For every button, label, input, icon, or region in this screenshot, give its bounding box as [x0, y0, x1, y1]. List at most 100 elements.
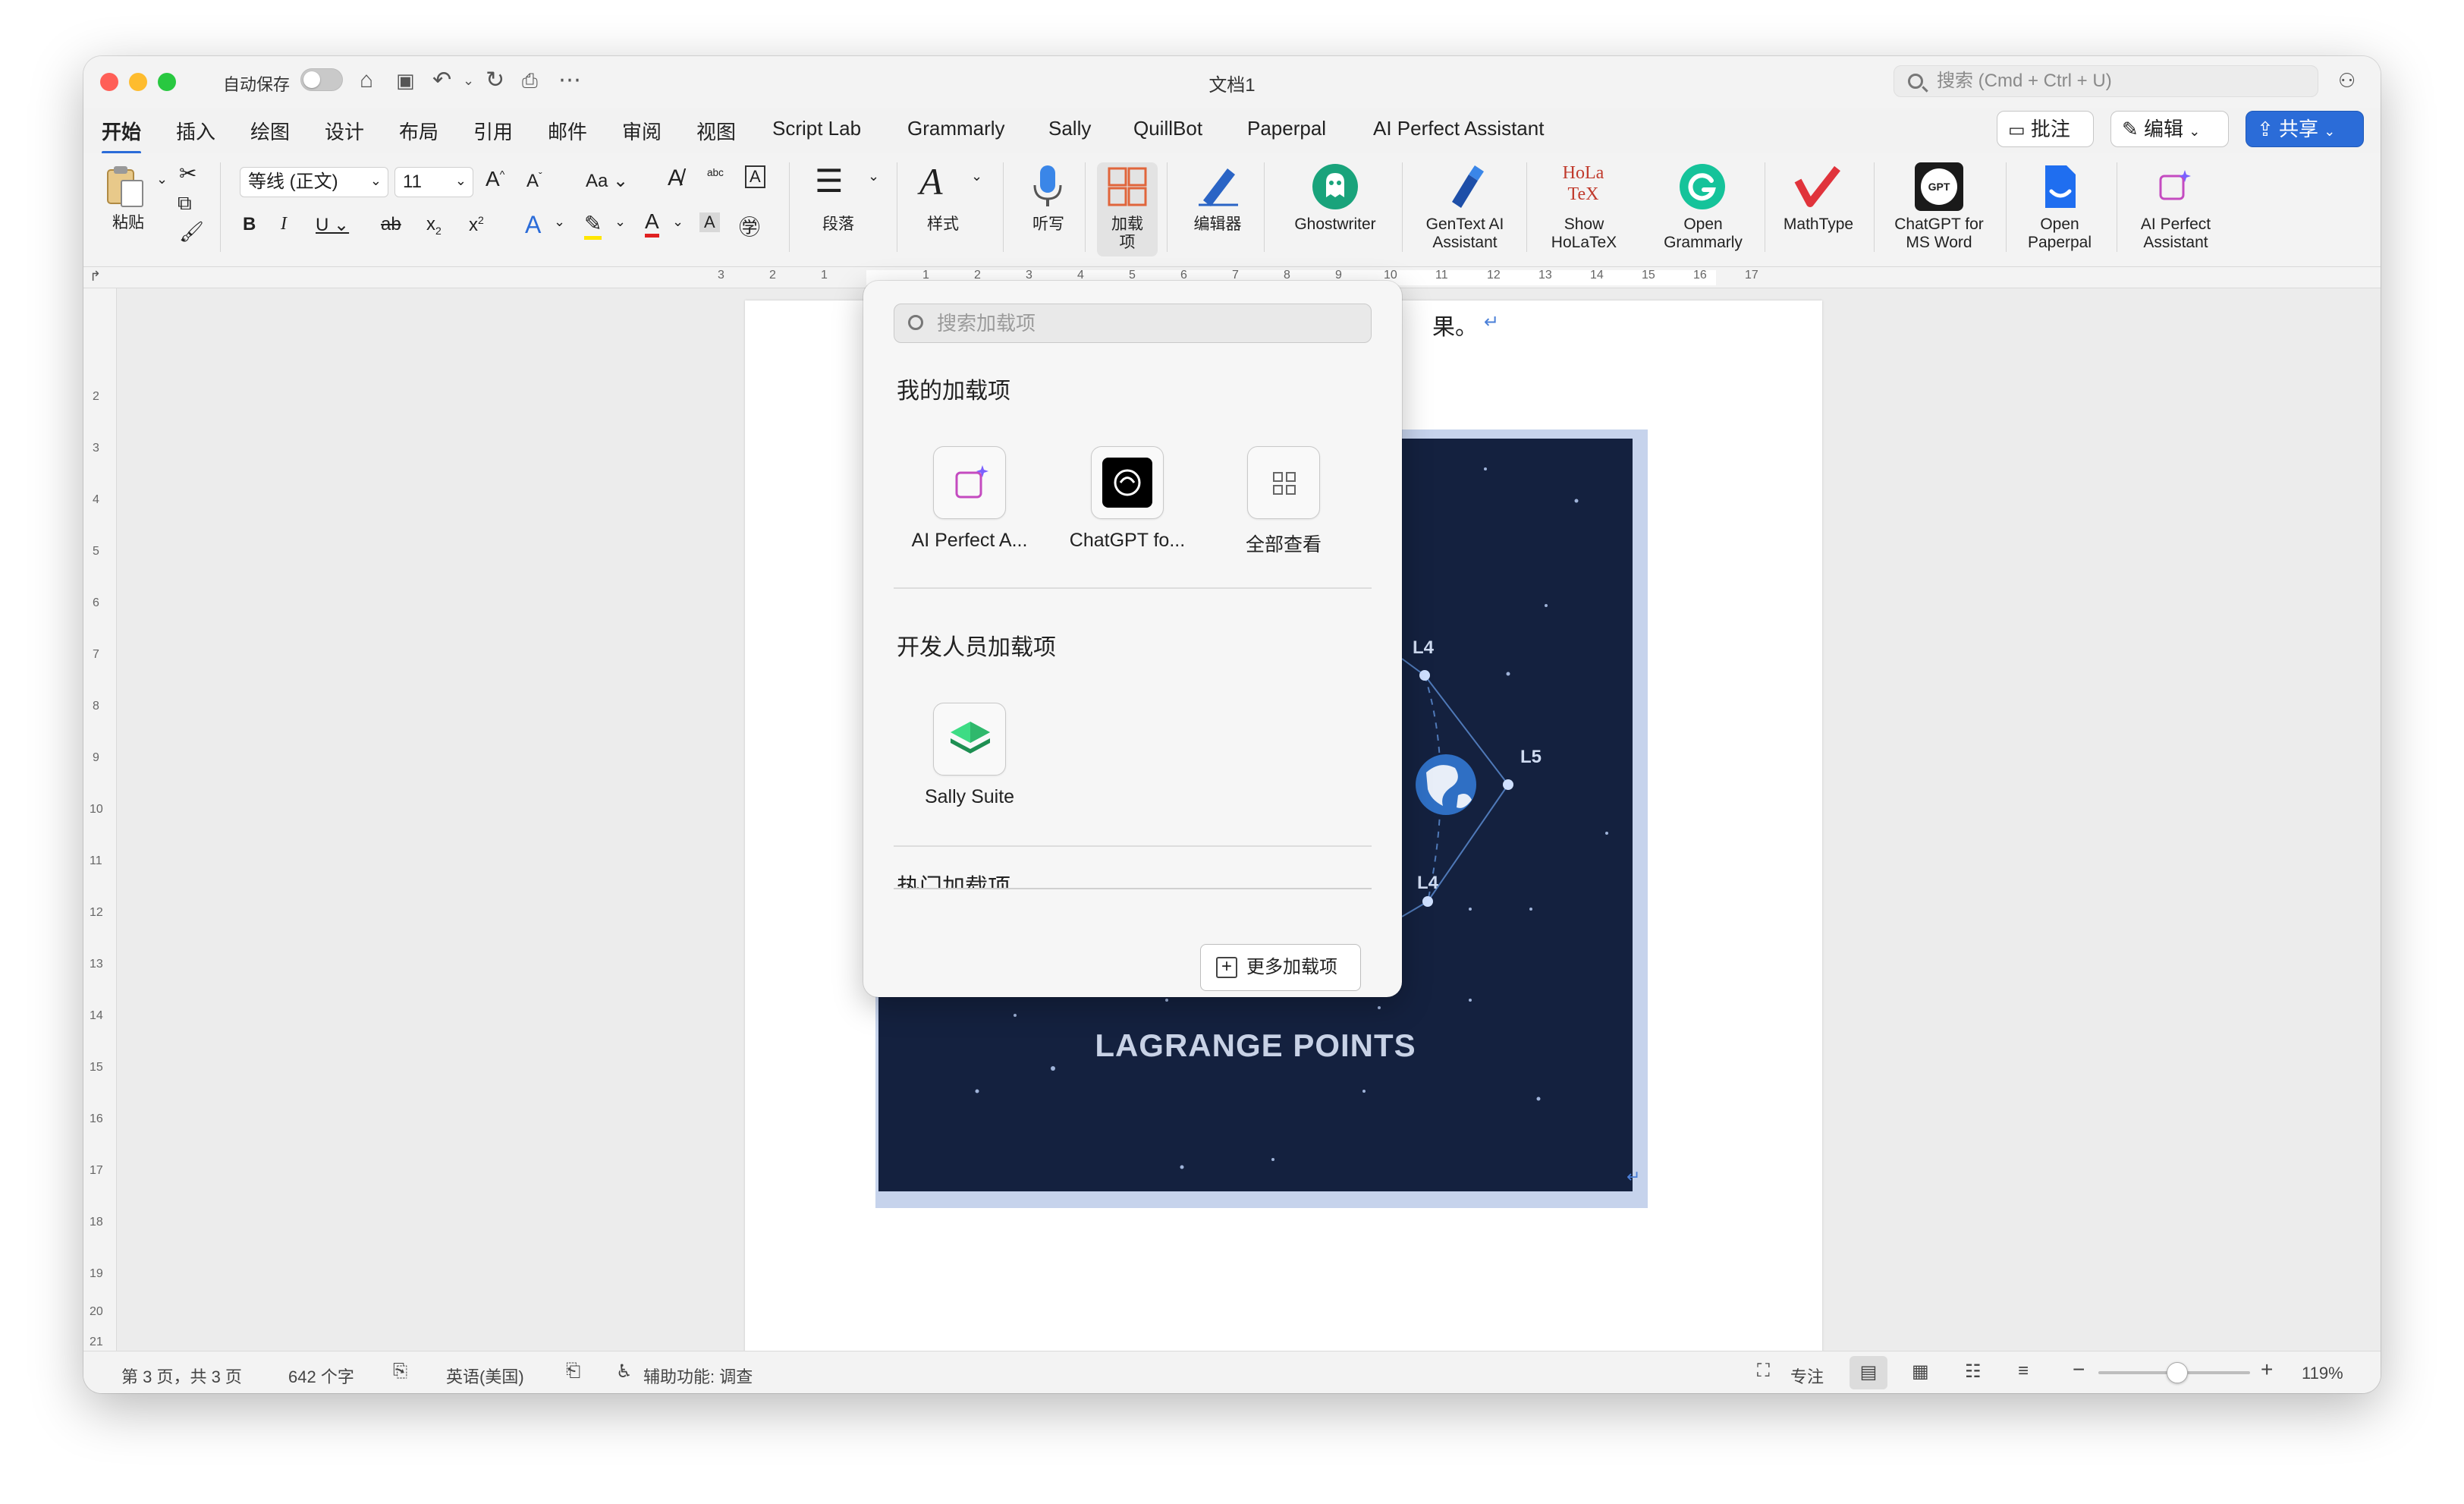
accessibility-status[interactable]: 辅助功能: 调查	[643, 1364, 753, 1388]
tab-paperpal[interactable]: Paperpal	[1247, 117, 1326, 140]
chevron-down-icon[interactable]: ⌄	[554, 214, 565, 230]
focus-label[interactable]: 专注	[1790, 1364, 1824, 1388]
character-border-icon[interactable]: A	[745, 165, 765, 188]
addins-search-input[interactable]: 搜索加载项	[894, 304, 1372, 343]
more-addins-button[interactable]: + 更多加载项	[1200, 944, 1361, 991]
paste-button[interactable]: 粘贴	[102, 162, 155, 238]
tab-insert[interactable]: 插入	[176, 117, 215, 145]
web-layout-view-icon[interactable]: ▦	[1912, 1361, 1929, 1383]
search-input[interactable]: 搜索 (Cmd + Ctrl + U)	[1894, 65, 2318, 97]
zoom-level[interactable]: 119%	[2302, 1364, 2343, 1383]
tab-layout[interactable]: 布局	[399, 117, 438, 145]
addins-popover[interactable]: 搜索加载项 我的加载项 AI Perfect A... ChatGPT fo..…	[863, 281, 1402, 997]
open-paperpal-button[interactable]: Open Paperpal	[2010, 162, 2109, 256]
text-effects-button[interactable]: A	[525, 211, 541, 239]
dictate-button[interactable]: 听写	[1018, 162, 1079, 246]
account-icon[interactable]: ⚇	[2338, 67, 2356, 94]
sally-suite-addin-label[interactable]: Sally Suite	[886, 786, 1053, 808]
draft-view-icon[interactable]: ≡	[2018, 1361, 2029, 1382]
font-name-select[interactable]: 等线 (正文) ⌄	[240, 167, 388, 197]
shrink-font-icon[interactable]: Aˇ	[526, 170, 542, 192]
phonetic-guide-icon[interactable]: ㊫	[739, 211, 760, 241]
tab-ai-perfect-assistant[interactable]: AI Perfect Assistant	[1373, 117, 1544, 140]
paragraph-button[interactable]: ☰ ⌄ 段落	[812, 162, 888, 246]
accessibility-icon[interactable]: ♿	[616, 1361, 633, 1383]
zoom-button[interactable]	[158, 73, 176, 91]
view-all-addins-label[interactable]: 全部查看	[1200, 530, 1367, 557]
ai-perfect-addin-label[interactable]: AI Perfect A...	[886, 530, 1053, 552]
tab-view[interactable]: 视图	[696, 117, 736, 145]
zoom-in-button[interactable]: +	[2261, 1358, 2273, 1382]
tab-home[interactable]: 开始	[102, 117, 142, 154]
subscript-button[interactable]: x2	[426, 214, 442, 237]
italic-button[interactable]: I	[281, 214, 287, 234]
zoom-slider-thumb[interactable]	[2167, 1362, 2188, 1383]
bold-button[interactable]: B	[243, 214, 256, 235]
tab-quillbot[interactable]: QuillBot	[1133, 117, 1202, 140]
chevron-down-icon[interactable]: ⌄	[156, 171, 168, 187]
styles-button[interactable]: A ⌄ 样式	[916, 160, 992, 246]
format-painter-icon[interactable]: 🖌	[179, 220, 204, 244]
print-layout-view-icon[interactable]: ▤	[1850, 1356, 1887, 1389]
track-changes-icon[interactable]: ⎗	[566, 1361, 580, 1382]
addins-button[interactable]: 加载 项	[1097, 162, 1158, 256]
focus-icon[interactable]: ⛶	[1757, 1361, 1770, 1382]
editing-button[interactable]: ✎ 编辑 ⌄	[2110, 111, 2229, 147]
shading-button[interactable]: A	[699, 212, 720, 232]
chevron-down-icon[interactable]: ⌄	[463, 67, 474, 94]
tab-design[interactable]: 设计	[325, 117, 364, 145]
underline-button[interactable]: U ⌄	[316, 214, 349, 236]
view-all-addins-tile[interactable]	[1247, 446, 1320, 519]
change-case-icon[interactable]: Aa ⌄	[586, 170, 628, 192]
chatgpt-ms-word-button[interactable]: GPT ChatGPT for MS Word	[1878, 162, 2000, 256]
tab-references[interactable]: 引用	[473, 117, 513, 145]
sally-suite-addin-tile[interactable]	[933, 703, 1006, 776]
tab-grammarly[interactable]: Grammarly	[907, 117, 1005, 140]
minimize-button[interactable]	[129, 73, 147, 91]
outline-view-icon[interactable]: ☷	[1965, 1361, 1982, 1383]
tab-stop-icon[interactable]: ↱	[90, 269, 101, 285]
show-holatex-button[interactable]: HoLa TeX Show HoLaTeX	[1531, 162, 1637, 256]
copy-icon[interactable]: ⧉	[178, 191, 192, 216]
strikethrough-button[interactable]: ab	[381, 214, 401, 235]
ai-perfect-assistant-button[interactable]: AI Perfect Assistant	[2123, 162, 2229, 256]
chevron-down-icon[interactable]: ⌄	[672, 214, 684, 230]
chevron-down-icon[interactable]: ⌄	[614, 214, 626, 230]
chatgpt-addin-tile[interactable]	[1091, 446, 1164, 519]
comments-button[interactable]: ▭ 批注	[1997, 111, 2094, 147]
redo-icon[interactable]: ↻	[486, 67, 504, 94]
more-icon[interactable]: ⋯	[558, 67, 581, 94]
print-icon[interactable]: ⎙	[522, 67, 538, 94]
grow-font-icon[interactable]: A^	[486, 167, 504, 191]
chatgpt-addin-label[interactable]: ChatGPT fo...	[1044, 530, 1211, 552]
undo-icon[interactable]: ↶	[432, 67, 451, 94]
text-effects-icon[interactable]: ᵃᵇᶜ	[707, 167, 724, 184]
ai-perfect-addin-tile[interactable]	[933, 446, 1006, 519]
tab-mailings[interactable]: 邮件	[548, 117, 587, 145]
language[interactable]: 英语(美国)	[446, 1364, 524, 1388]
mathtype-button[interactable]: MathType	[1769, 162, 1868, 246]
editor-button[interactable]: 编辑器	[1176, 162, 1259, 246]
tab-review[interactable]: 审阅	[622, 117, 662, 145]
home-icon[interactable]: ⌂	[360, 67, 373, 94]
cut-icon[interactable]: ✂	[179, 161, 196, 186]
save-icon[interactable]: ▣	[396, 67, 415, 94]
vertical-ruler[interactable]: 2 3 4 5 6 7 8 9 10 11 12 13 14 15 16 17 …	[83, 288, 117, 1351]
zoom-out-button[interactable]: −	[2073, 1358, 2085, 1382]
word-count[interactable]: 642 个字	[288, 1364, 354, 1388]
proofing-icon[interactable]: ⎘	[393, 1361, 407, 1382]
superscript-button[interactable]: x2	[469, 214, 484, 236]
zoom-slider[interactable]	[2098, 1362, 2250, 1383]
font-color-button[interactable]: A	[645, 209, 659, 238]
highlight-button[interactable]: ✎	[584, 211, 602, 240]
gentext-ai-button[interactable]: GenText AI Assistant	[1408, 162, 1522, 256]
clear-formatting-icon[interactable]: A̸	[668, 165, 683, 191]
share-button[interactable]: ⇪ 共享 ⌄	[2246, 111, 2364, 147]
tab-script-lab[interactable]: Script Lab	[772, 117, 861, 140]
tab-draw[interactable]: 绘图	[250, 117, 290, 145]
open-grammarly-button[interactable]: Open Grammarly	[1646, 162, 1760, 256]
page-count[interactable]: 第 3 页，共 3 页	[121, 1364, 242, 1388]
font-size-select[interactable]: 11 ⌄	[394, 167, 473, 197]
tab-sally[interactable]: Sally	[1048, 117, 1091, 140]
autosave-toggle[interactable]	[300, 68, 343, 91]
